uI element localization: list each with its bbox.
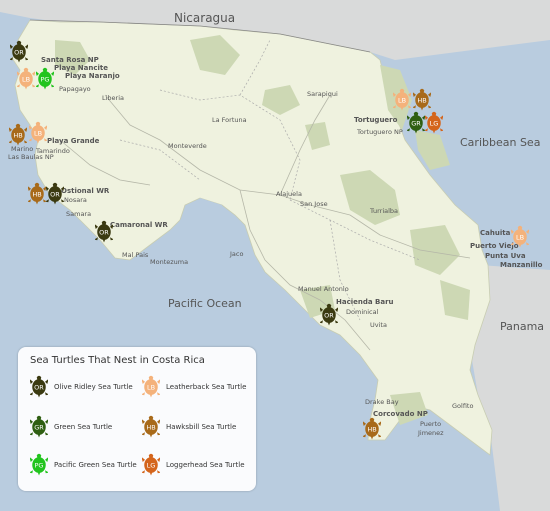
legend-label-green: Green Sea Turtle — [54, 423, 113, 431]
turtle-code: HB — [367, 426, 376, 434]
drake-bay-label: Drake Bay — [365, 398, 399, 406]
turtle-code: OR — [34, 384, 44, 392]
tortuguero-np-label: Tortuguero NP — [356, 128, 403, 136]
panama-label: Panama — [500, 320, 544, 333]
legend-marker-or: OR — [30, 375, 48, 398]
corcovado-label: Corcovado NP — [373, 410, 428, 418]
nesting-marker-gr: GR — [407, 111, 425, 134]
montezuma-label: Montezuma — [150, 258, 188, 266]
liberia-label: Liberia — [102, 94, 124, 102]
nesting-marker-hb: HB — [28, 182, 46, 205]
turtle-code: HB — [146, 424, 155, 432]
sarapiqui-label: Sarapiqui — [307, 90, 338, 98]
puerto-viejo-label: Puerto Viejo — [470, 242, 519, 250]
puerto-jimenez-label-2: Jimenez — [417, 429, 444, 437]
dominical-label: Dominical — [346, 308, 379, 316]
uvita-label: Uvita — [370, 321, 387, 329]
nicoya-gulf — [180, 198, 230, 255]
jaco-label: Jaco — [229, 250, 243, 258]
turtle-code: OR — [50, 191, 60, 199]
turtle-code: OR — [14, 49, 24, 57]
santa-rosa-label: Santa Rosa NP — [41, 56, 99, 64]
mal-pais-label: Mal Pais — [122, 251, 149, 259]
legend-marker-hb: HB — [142, 415, 160, 438]
turtle-code: HB — [13, 132, 22, 140]
turtle-code: LB — [34, 130, 42, 138]
golfito-label: Golfito — [452, 402, 473, 410]
turtle-code: OR — [99, 229, 109, 237]
turtle-code: PG — [41, 76, 50, 84]
nesting-marker-hb: HB — [9, 123, 27, 146]
legend-label-pacific-green: Pacific Green Sea Turtle — [54, 461, 137, 469]
playa-grande-label: Playa Grande — [47, 137, 100, 145]
punta-uva-label: Punta Uva — [485, 252, 526, 260]
manzanillo-label: Manzanillo — [500, 261, 543, 269]
turtle-code: LG — [147, 462, 156, 470]
nesting-marker-lb: LB — [511, 225, 529, 248]
legend-label-leatherback: Leatherback Sea Turtle — [166, 383, 247, 391]
caribbean-sea-label: Caribbean Sea — [460, 136, 540, 149]
marino-label: Marino — [11, 145, 33, 153]
legend-label-olive-ridley: Olive Ridley Sea Turtle — [54, 383, 133, 391]
nosara-label: Nosara — [64, 196, 87, 204]
turtle-nesting-map: Nicaragua Panama Caribbean Sea Pacific O… — [0, 0, 550, 511]
turtle-code: LB — [516, 234, 524, 242]
legend-label-loggerhead: Loggerhead Sea Turtle — [166, 461, 245, 469]
turrialba-label: Turrialba — [369, 207, 398, 215]
cahuita-label: Cahuita — [480, 229, 511, 237]
legend-marker-pg: PG — [30, 453, 48, 476]
turtle-code: HB — [417, 97, 426, 105]
tamarindo-label: Tamarindo — [35, 147, 70, 155]
legend-canvas: OR LB GR HB PG LG — [30, 375, 160, 476]
pacific-ocean-label: Pacific Ocean — [168, 297, 242, 310]
turtle-code: GR — [411, 120, 421, 128]
alajuela-label: Alajuela — [276, 190, 302, 198]
nesting-marker-hb: HB — [413, 88, 431, 111]
legend-marker-gr: GR — [30, 415, 48, 438]
tortuguero-label: Tortuguero — [354, 116, 398, 124]
turtle-code: LB — [398, 97, 406, 105]
nicaragua-label: Nicaragua — [174, 11, 235, 25]
turtle-code: OR — [324, 312, 334, 320]
legend-label-hawksbill: Hawksbill Sea Turtle — [166, 423, 237, 431]
hacienda-baru-label: Hacienda Baru — [336, 298, 394, 306]
la-fortuna-label: La Fortuna — [212, 116, 247, 124]
samara-label: Samara — [66, 210, 91, 218]
turtle-code: PG — [35, 462, 44, 470]
turtle-code: LB — [22, 76, 30, 84]
monteverde-label: Monteverde — [168, 142, 207, 150]
turtle-code: LG — [430, 120, 439, 128]
legend-marker-lb: LB — [142, 375, 160, 398]
playa-nancite-label: Playa Nancite — [54, 64, 108, 72]
map-legend: Sea Turtles That Nest in Costa Rica OR L… — [18, 347, 256, 491]
turtle-code: LB — [147, 384, 155, 392]
camaronal-label: Camaronal WR — [110, 221, 168, 229]
ostional-label: Ostional WR — [61, 187, 110, 195]
legend-marker-lg: LG — [142, 453, 160, 476]
papagayo-label: Papagayo — [59, 85, 91, 93]
san-jose-label: San Jose — [300, 200, 328, 208]
turtle-code: GR — [34, 424, 44, 432]
manuel-antonio-label: Manuel Antonio — [298, 285, 349, 293]
playa-naranjo-label: Playa Naranjo — [65, 72, 120, 80]
nesting-marker-lg: LG — [425, 111, 443, 134]
turtle-code: HB — [32, 191, 41, 199]
puerto-jimenez-label-1: Puerto — [420, 420, 441, 428]
